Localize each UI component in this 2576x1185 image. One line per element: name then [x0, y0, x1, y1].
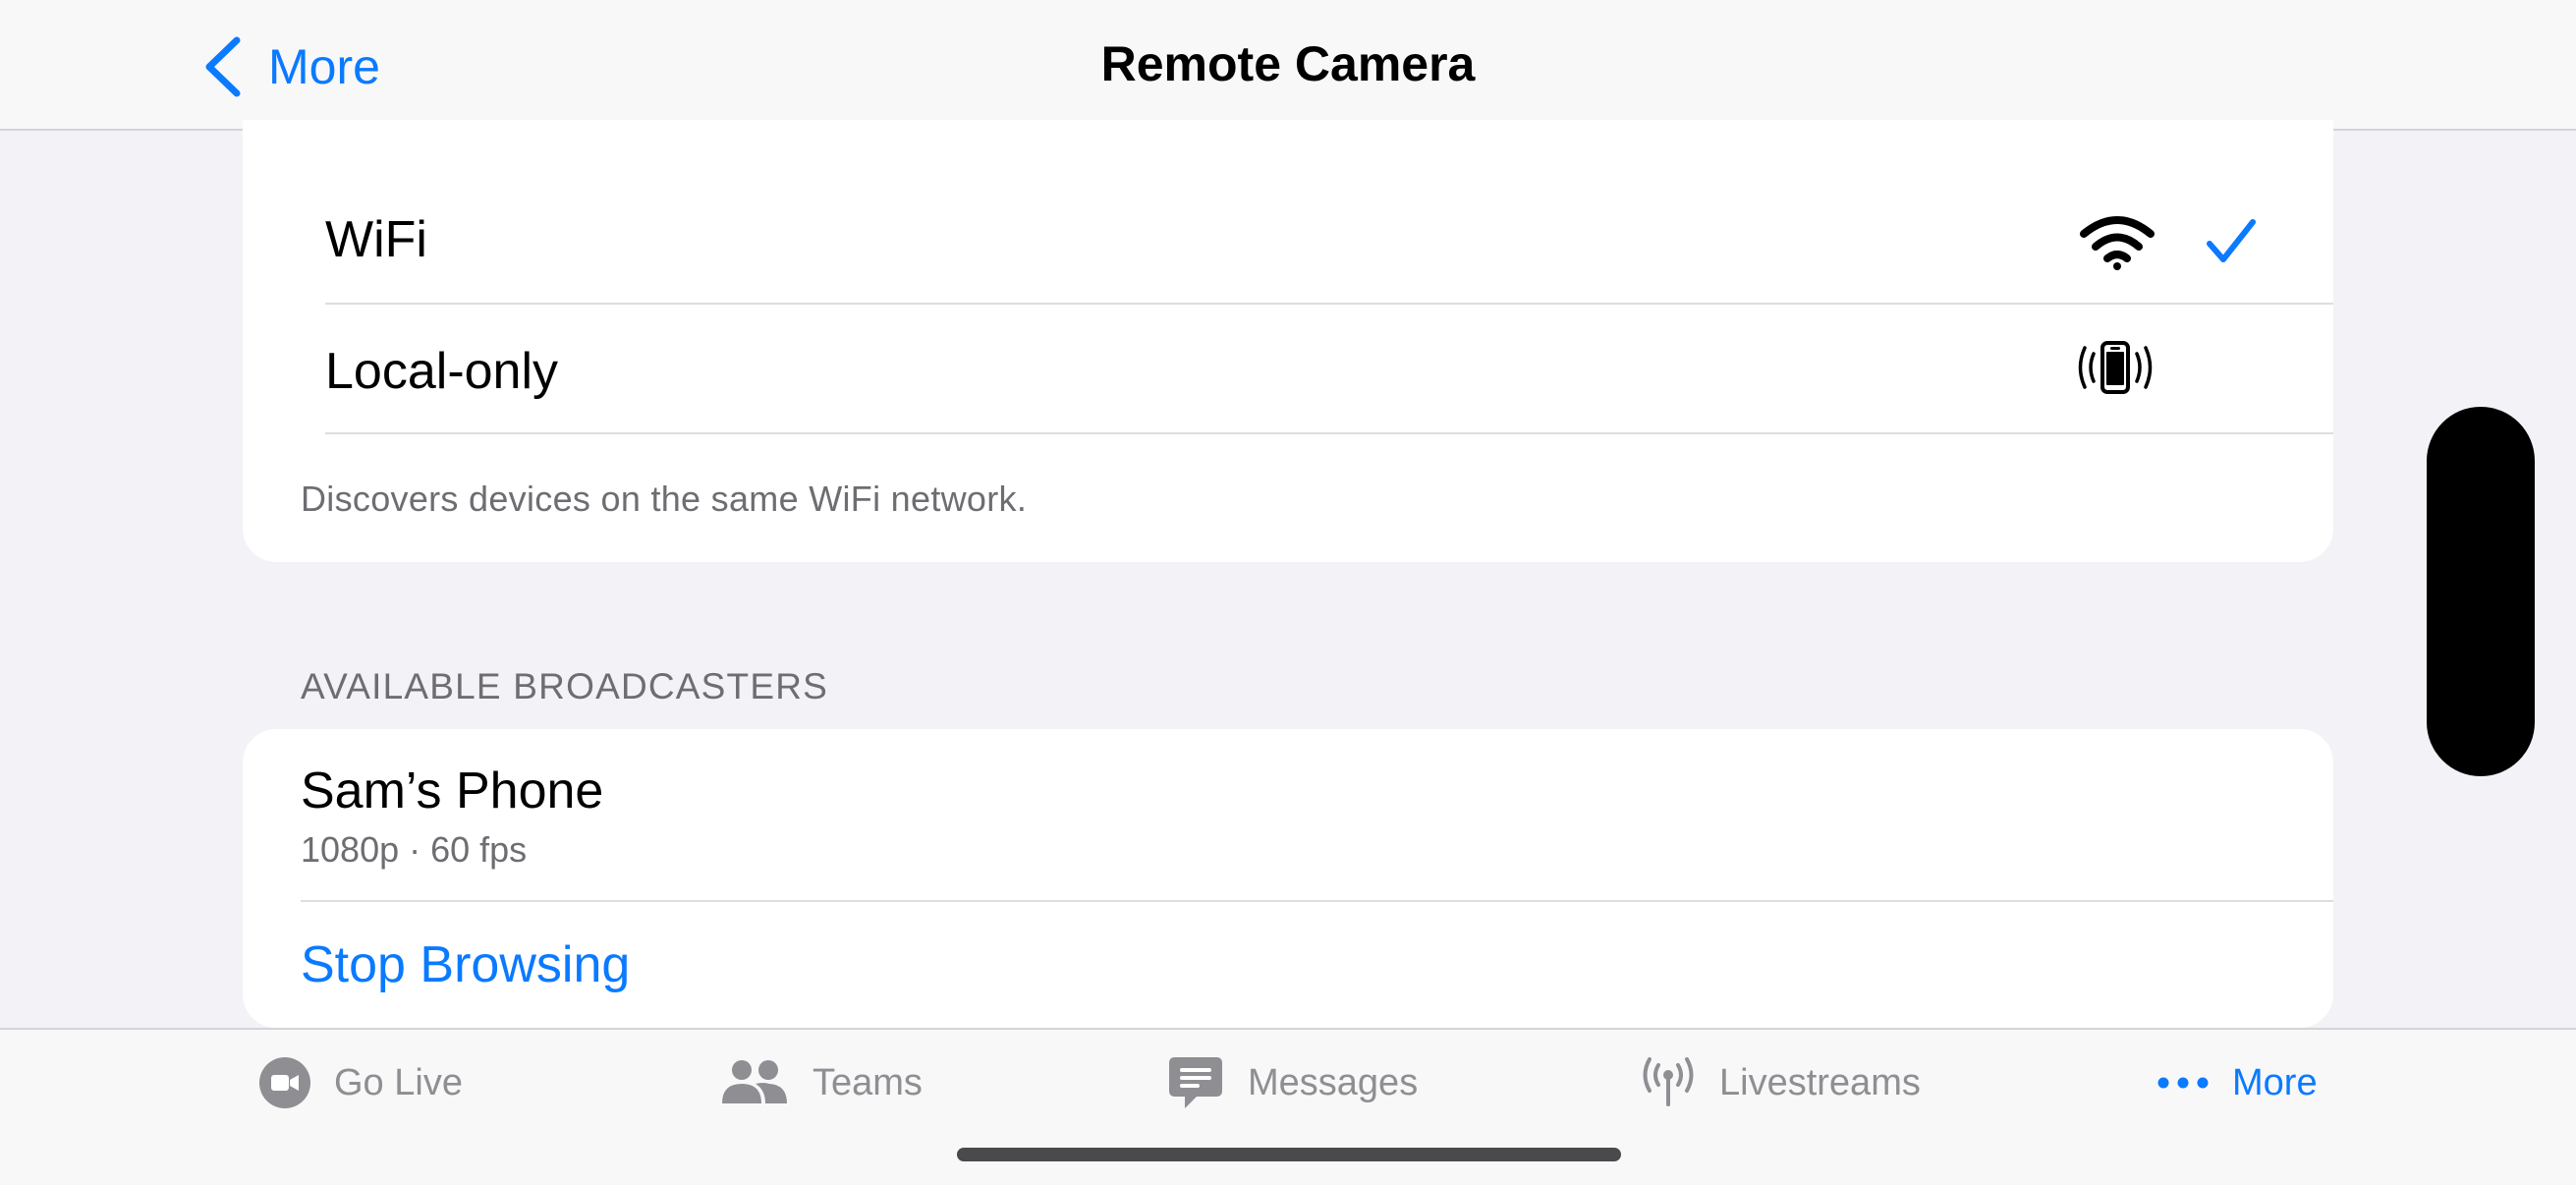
tab-more[interactable]: More [2157, 1049, 2318, 1116]
network-option-wifi[interactable]: WiFi [243, 120, 2333, 304]
tab-messages[interactable]: Messages [1167, 1049, 1418, 1116]
network-footer-text: Discovers devices on the same WiFi netwo… [301, 479, 1028, 519]
navigation-bar: More Remote Camera [0, 0, 2576, 131]
divider [325, 432, 2333, 434]
section-header-broadcasters: AVAILABLE BROADCASTERS [301, 666, 829, 706]
ellipsis-icon [2157, 1077, 2209, 1089]
tab-label: Messages [1248, 1061, 1419, 1103]
page-title: Remote Camera [1100, 36, 1476, 91]
tab-label: Livestreams [1719, 1061, 1921, 1103]
home-indicator [957, 1148, 1621, 1161]
stop-browsing-button[interactable]: Stop Browsing [243, 902, 2333, 1028]
tab-teams[interactable]: Teams [720, 1049, 923, 1116]
broadcaster-row[interactable]: Sam’s Phone 1080p · 60 fps [243, 729, 2333, 900]
people-icon [722, 1060, 787, 1103]
message-bubble-icon [1169, 1057, 1222, 1108]
checkmark-icon [2207, 219, 2256, 262]
broadcasters-card: Sam’s Phone 1080p · 60 fps Stop Browsing [243, 729, 2333, 1028]
tab-livestreams[interactable]: Livestreams [1641, 1049, 1921, 1116]
network-option-label: WiFi [325, 211, 427, 268]
stop-browsing-label: Stop Browsing [301, 936, 631, 993]
tab-label: More [2232, 1061, 2318, 1103]
broadcaster-name: Sam’s Phone [301, 762, 604, 819]
tab-go-live[interactable]: Go Live [259, 1049, 463, 1116]
wifi-icon [2080, 216, 2155, 270]
antenna-icon [1643, 1057, 1694, 1106]
network-option-local-only[interactable]: Local-only [243, 305, 2333, 434]
side-overlay-pill [2427, 407, 2535, 776]
video-camera-icon [259, 1057, 310, 1108]
tab-bar: Go Live Teams Messages Livestreams More [0, 1028, 2576, 1185]
tab-label: Teams [812, 1061, 923, 1103]
network-option-label: Local-only [325, 343, 559, 400]
tab-label: Go Live [334, 1061, 463, 1103]
phone-broadcast-icon [2078, 341, 2153, 394]
broadcaster-details: 1080p · 60 fps [301, 829, 528, 870]
